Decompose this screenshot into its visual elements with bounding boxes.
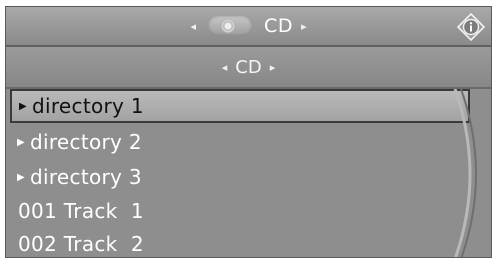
list-item-label: 002 Track 2 [18, 232, 144, 256]
previous-source-arrow-icon[interactable]: ◂ [191, 21, 197, 32]
next-source-arrow-icon[interactable]: ▸ [301, 21, 307, 32]
list-item-label: directory 3 [30, 165, 142, 189]
top-header-bar: ◂ CD ▸ [6, 7, 491, 47]
audio-screen: ◂ CD ▸ ◂ CD ▸ ▶ directory 1 ▶ directory … [5, 6, 492, 258]
scroll-indicator-arc [453, 89, 477, 257]
folder-arrow-icon: ▶ [17, 171, 25, 183]
menu-title: CD [235, 56, 262, 78]
list-item-directory-3[interactable]: ▶ directory 3 [10, 160, 470, 194]
list-item-directory-2[interactable]: ▶ directory 2 [10, 125, 470, 159]
directory-list: ▶ directory 1 ▶ directory 2 ▶ directory … [6, 89, 491, 257]
list-item-label: directory 2 [30, 130, 142, 154]
folder-arrow-icon: ▶ [19, 100, 27, 112]
next-menu-arrow-icon[interactable]: ▸ [270, 62, 276, 73]
list-item-label: 001 Track 1 [18, 199, 144, 223]
previous-menu-arrow-icon[interactable]: ◂ [222, 62, 228, 73]
cd-source-button[interactable] [208, 16, 253, 36]
list-item-track-1[interactable]: 001 Track 1 [10, 194, 470, 228]
source-label: CD [264, 15, 293, 37]
sub-header-bar: ◂ CD ▸ [6, 47, 491, 89]
folder-arrow-icon: ▶ [17, 136, 25, 148]
disc-icon [221, 19, 236, 33]
list-item-track-2[interactable]: 002 Track 2 [10, 227, 470, 257]
list-item-label: directory 1 [32, 94, 144, 118]
list-item-directory-1[interactable]: ▶ directory 1 [10, 89, 470, 123]
source-switcher: ◂ CD ▸ [6, 7, 491, 45]
info-icon[interactable] [457, 13, 485, 41]
